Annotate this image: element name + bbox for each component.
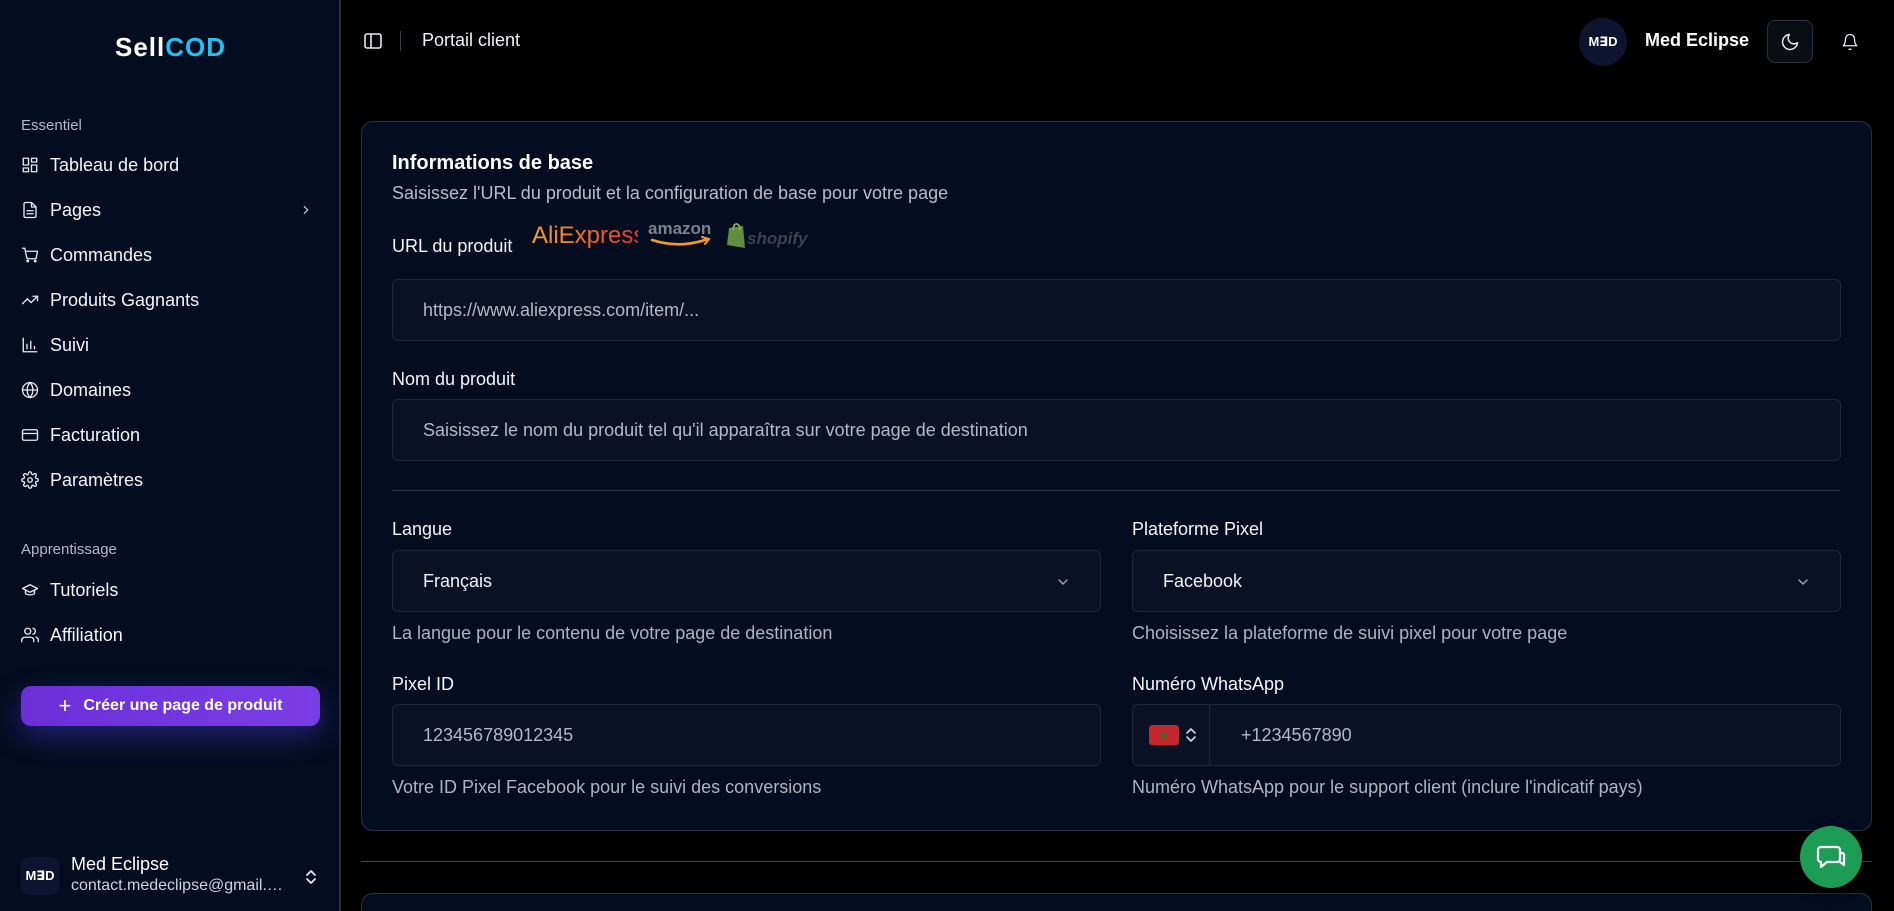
sidebar-item-label: Tableau de bord	[50, 154, 180, 175]
avatar: M∃D	[21, 857, 59, 895]
credit-card-icon	[21, 429, 39, 441]
pixel-platform-label: Plateforme Pixel	[1132, 519, 1264, 539]
sidebar-item-tableau-de-bord[interactable]: Tableau de bord	[21, 147, 321, 183]
chevron-right-icon	[303, 205, 309, 215]
section-label-essentiel: Essentiel	[21, 117, 82, 134]
app-logo[interactable]: SellCOD	[0, 32, 341, 63]
chat-icon	[1816, 845, 1846, 869]
sidebar-item-commandes[interactable]: Commandes	[21, 237, 321, 273]
sidebar-item-label: Domaines	[50, 379, 132, 400]
header-user-name[interactable]: Med Eclipse	[1645, 30, 1749, 51]
shopify-logo: shopify	[727, 223, 809, 248]
sidebar-item-label: Facturation	[50, 424, 141, 445]
pixel-platform-hint: Choisissez la plateforme de suivi pixel …	[1132, 623, 1568, 643]
bell-icon	[1842, 33, 1858, 50]
section-divider	[392, 490, 1840, 491]
chevron-down-icon	[1058, 579, 1068, 586]
cart-icon	[21, 247, 39, 263]
sidebar-item-label: Paramètres	[50, 469, 144, 490]
sidebar-item-produits-gagnants[interactable]: Produits Gagnants	[21, 282, 321, 318]
sidebar-item-label: Affiliation	[50, 624, 123, 645]
globe-icon	[21, 381, 39, 399]
next-card	[361, 893, 1872, 911]
chevrons-up-down-icon	[1186, 728, 1196, 742]
chevron-down-icon	[1798, 579, 1808, 586]
svg-text:AliExpress: AliExpress	[532, 222, 638, 249]
sidebar-item-facturation[interactable]: Facturation	[21, 417, 321, 453]
section-label-apprentissage: Apprentissage	[21, 541, 117, 558]
pixel-platform-select[interactable]: Facebook	[1132, 550, 1841, 612]
sidebar-item-pages[interactable]: Pages	[21, 192, 321, 228]
sidebar-toggle-icon[interactable]	[363, 31, 383, 51]
morocco-flag-icon: ★	[1149, 725, 1179, 745]
sidebar-item-label: Pages	[50, 199, 102, 220]
pixel-id-hint: Votre ID Pixel Facebook pour le suivi de…	[392, 777, 822, 797]
pixel-id-input[interactable]: 123456789012345	[392, 704, 1101, 766]
support-chat-button[interactable]	[1800, 826, 1862, 888]
product-url-input[interactable]: https://www.aliexpress.com/item/...	[392, 279, 1841, 341]
sidebar-item-domaines[interactable]: Domaines	[21, 372, 321, 408]
whatsapp-input[interactable]: +1234567890	[1241, 725, 1352, 746]
file-icon	[23, 201, 37, 219]
whatsapp-label: Numéro WhatsApp	[1132, 674, 1285, 694]
header-divider	[400, 31, 401, 51]
top-header: Portail client M∃D Med Eclipse	[343, 0, 1894, 82]
notifications-button[interactable]	[1827, 20, 1873, 63]
country-code-select[interactable]: ★	[1133, 705, 1210, 765]
svg-text:amazon: amazon	[648, 219, 711, 238]
user-email: contact.medeclipse@gmail.com	[71, 877, 286, 894]
aliexpress-logo: AliExpress	[532, 222, 638, 249]
card-subtitle: Saisissez l'URL du produit et la configu…	[392, 183, 949, 203]
user-name: Med Eclipse	[71, 854, 170, 874]
product-name-label: Nom du produit	[392, 369, 516, 389]
url-label: URL du produit	[392, 236, 513, 256]
langue-hint: La langue pour le contenu de votre page …	[392, 623, 833, 643]
page-title: Portail client	[422, 30, 521, 50]
users-icon	[21, 627, 39, 643]
card-title: Informations de base	[392, 152, 594, 174]
theme-toggle-button[interactable]	[1767, 20, 1813, 63]
create-product-page-button[interactable]: + Créer une page de produit	[21, 686, 320, 726]
trending-up-icon	[21, 295, 39, 305]
sidebar-item-label: Tutoriels	[50, 579, 119, 600]
whatsapp-field: ★ +1234567890	[1132, 704, 1841, 766]
sidebar-item-suivi[interactable]: Suivi	[21, 327, 321, 363]
svg-text:shopify: shopify	[747, 229, 809, 248]
gear-icon	[21, 471, 39, 489]
whatsapp-hint: Numéro WhatsApp pour le support client (…	[1132, 777, 1643, 797]
sidebar: SellCOD Essentiel Tableau de bord Pages …	[0, 0, 341, 911]
dashboard-icon	[22, 157, 38, 173]
sidebar-item-label: Suivi	[50, 334, 90, 355]
sidebar-item-tutoriels[interactable]: Tutoriels	[21, 572, 321, 608]
sidebar-item-affiliation[interactable]: Affiliation	[21, 617, 321, 653]
bar-chart-icon	[22, 337, 38, 353]
chevrons-up-down-icon[interactable]	[303, 867, 319, 887]
product-name-input[interactable]: Saisissez le nom du produit tel qu'il ap…	[392, 399, 1841, 461]
langue-select[interactable]: Français	[392, 550, 1101, 612]
user-menu[interactable]: M∃D Med Eclipse contact.medeclipse@gmail…	[0, 845, 341, 905]
sidebar-item-label: Produits Gagnants	[50, 289, 200, 310]
sidebar-item-parametres[interactable]: Paramètres	[21, 462, 321, 498]
graduation-cap-icon	[21, 584, 39, 596]
moon-icon	[1781, 33, 1799, 50]
plus-icon: +	[58, 693, 72, 718]
basic-info-card: Informations de base Saisissez l'URL du …	[361, 121, 1872, 831]
langue-label: Langue	[392, 519, 453, 539]
sidebar-item-label: Commandes	[50, 244, 153, 265]
pixel-id-label: Pixel ID	[392, 674, 455, 694]
header-avatar[interactable]: M∃D	[1579, 18, 1627, 66]
content-divider	[361, 861, 1872, 862]
amazon-logo: amazon	[648, 219, 711, 246]
